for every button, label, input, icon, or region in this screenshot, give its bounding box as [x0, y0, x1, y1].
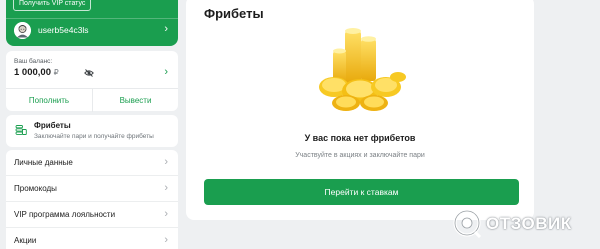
- balance-card: Ваш баланс: 1 000,00 ₽ › Пополнить Вывес…: [6, 51, 178, 112]
- freebets-subtitle: Заключайте пари и получайте фрибеты: [34, 133, 154, 140]
- coins-illustration: [319, 28, 406, 111]
- menu-item-label: Акции: [14, 236, 37, 245]
- otzovik-logo-icon: [453, 209, 482, 238]
- avatar: [14, 22, 31, 39]
- freebets-title: Фрибеты: [34, 121, 71, 130]
- balance-actions: Пополнить Вывести: [6, 88, 178, 112]
- user-card: Получить VIP статус userb5e4c3ls ›: [6, 0, 178, 46]
- menu-item-vip-program[interactable]: VIP программа лояльности ›: [6, 202, 178, 228]
- menu-item-promotions[interactable]: Акции ›: [6, 228, 178, 249]
- watermark-text: ОТЗОВИК: [486, 214, 572, 233]
- hide-balance-eye-icon[interactable]: [84, 68, 94, 78]
- chevron-right-icon: ›: [164, 156, 168, 168]
- balance-amount: 1 000,00: [14, 67, 51, 78]
- get-vip-button[interactable]: Получить VIP статус: [13, 0, 92, 11]
- menu-item-label: Личные данные: [14, 158, 73, 167]
- page-title: Фрибеты: [204, 6, 264, 21]
- user-profile-row[interactable]: userb5e4c3ls ›: [6, 18, 178, 42]
- balance-label: Ваш баланс:: [14, 58, 53, 65]
- otzovik-watermark: ОТЗОВИК: [452, 206, 600, 240]
- withdraw-button[interactable]: Вывести: [92, 89, 178, 112]
- menu-item-personal-data[interactable]: Личные данные ›: [6, 150, 178, 176]
- chevron-right-icon: ›: [164, 208, 168, 220]
- account-menu: Личные данные › Промокоды › VIP программ…: [6, 150, 178, 249]
- chevron-right-icon: ›: [164, 182, 168, 194]
- go-to-bets-button[interactable]: Перейти к ставкам: [204, 179, 519, 205]
- freebets-panel: Фрибеты У вас пока нет фрибетов Участвуй…: [186, 0, 534, 220]
- chevron-right-icon: ›: [164, 23, 168, 35]
- menu-item-label: VIP программа лояльности: [14, 210, 116, 219]
- username: userb5e4c3ls: [38, 25, 89, 35]
- sidebar-item-freebets[interactable]: Фрибеты Заключайте пари и получайте фриб…: [6, 115, 178, 147]
- deposit-button[interactable]: Пополнить: [6, 89, 92, 112]
- balance-currency: ₽: [53, 68, 59, 77]
- menu-item-label: Промокоды: [14, 184, 57, 193]
- chevron-right-icon: ›: [164, 234, 168, 246]
- empty-state-title: У вас пока нет фрибетов: [304, 133, 416, 143]
- chevron-right-icon[interactable]: ›: [164, 66, 168, 78]
- coin-stack-icon: [15, 125, 27, 135]
- menu-item-promocodes[interactable]: Промокоды ›: [6, 176, 178, 202]
- sidebar: Получить VIP статус userb5e4c3ls › Ваш б…: [0, 0, 178, 249]
- empty-state-subtitle: Участвуйте в акциях и заключайте пари: [295, 152, 425, 159]
- user-avatar-icon: [14, 22, 31, 39]
- balance-amount-wrap: 1 000,00 ₽: [14, 67, 59, 78]
